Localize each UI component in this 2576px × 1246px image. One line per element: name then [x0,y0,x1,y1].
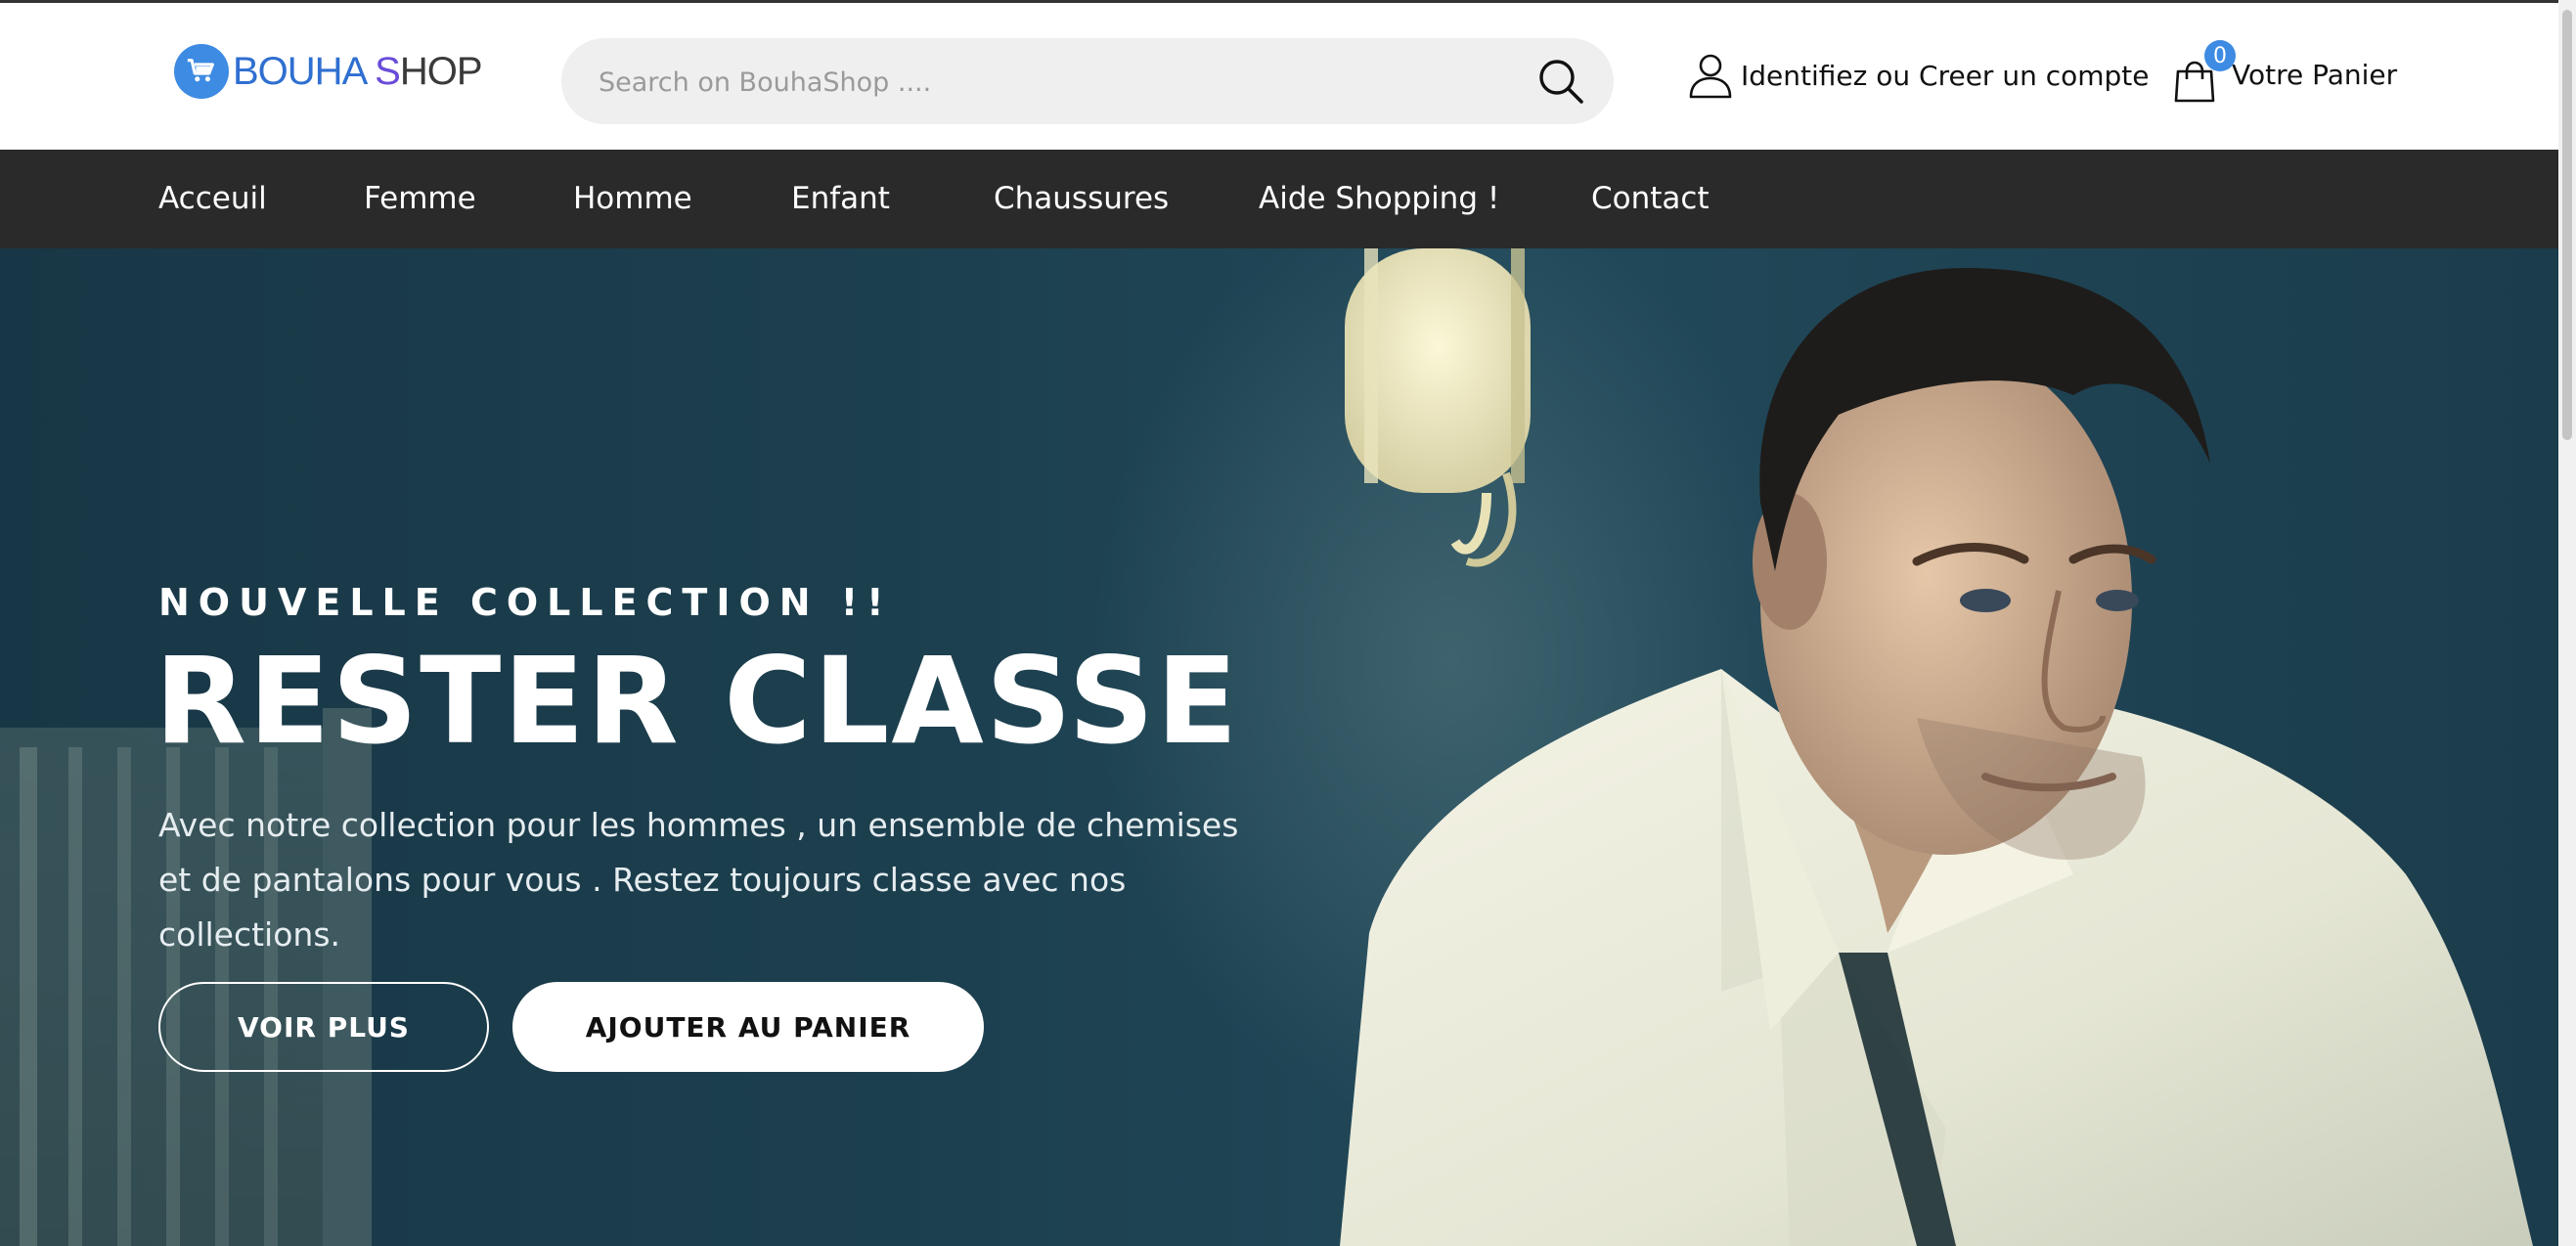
nav-item-acceuil[interactable]: Acceuil [158,150,267,248]
search-bar [561,38,1614,126]
cart-icon [174,44,229,99]
main-nav: Acceuil Femme Homme Enfant Chaussures Ai… [0,150,2558,248]
hero-description: Avec notre collection pour les hommes , … [158,806,1239,954]
account-link[interactable]: Identifiez ou Creer un compte [1688,46,2150,105]
logo-text: BOUHA SHOP [233,49,483,94]
account-label: Identifiez ou Creer un compte [1741,60,2150,92]
hero-banner: NOUVELLE COLLECTION !! RESTER CLASSE Ave… [0,248,2558,1246]
lamp-shape [1345,248,1531,567]
nav-item-homme[interactable]: Homme [573,150,692,248]
search-icon[interactable] [1533,54,1588,109]
chair-shape [0,708,372,1246]
user-icon [1689,54,1732,99]
page-scrollbar[interactable] [2558,0,2576,1246]
nav-item-chaussures[interactable]: Chaussures [994,150,1169,248]
cart-count-badge: 0 [2204,40,2236,71]
logo-text-part2: HOP [399,49,483,93]
site-logo[interactable]: BOUHA SHOP [174,42,483,101]
cart-link[interactable]: 0 Votre Panier [2173,40,2398,107]
nav-item-femme[interactable]: Femme [364,150,476,248]
hero-eyebrow: NOUVELLE COLLECTION !! [158,581,893,624]
hero-title: RESTER CLASSE [155,632,1240,771]
voir-plus-button[interactable]: VOIR PLUS [158,982,489,1072]
scrollbar-thumb[interactable] [2562,10,2572,440]
nav-item-contact[interactable]: Contact [1591,150,1710,248]
search-input[interactable] [597,38,1481,126]
add-to-cart-button[interactable]: AJOUTER AU PANIER [512,982,984,1072]
logo-text-s: S [375,49,401,93]
nav-item-enfant[interactable]: Enfant [791,150,890,248]
logo-text-part1: BOUHA [233,49,366,93]
nav-item-aide-shopping[interactable]: Aide Shopping ! [1259,150,1499,248]
site-header: BOUHA SHOP Identifiez ou Creer un compte… [0,3,2558,150]
account-label-register: Creer un compte [1919,59,2150,92]
account-label-or: ou [1867,59,1920,92]
cart-icon-wrap: 0 [2173,40,2236,103]
cart-label: Votre Panier [2232,58,2398,91]
account-label-signin: Identifiez [1741,59,1868,92]
